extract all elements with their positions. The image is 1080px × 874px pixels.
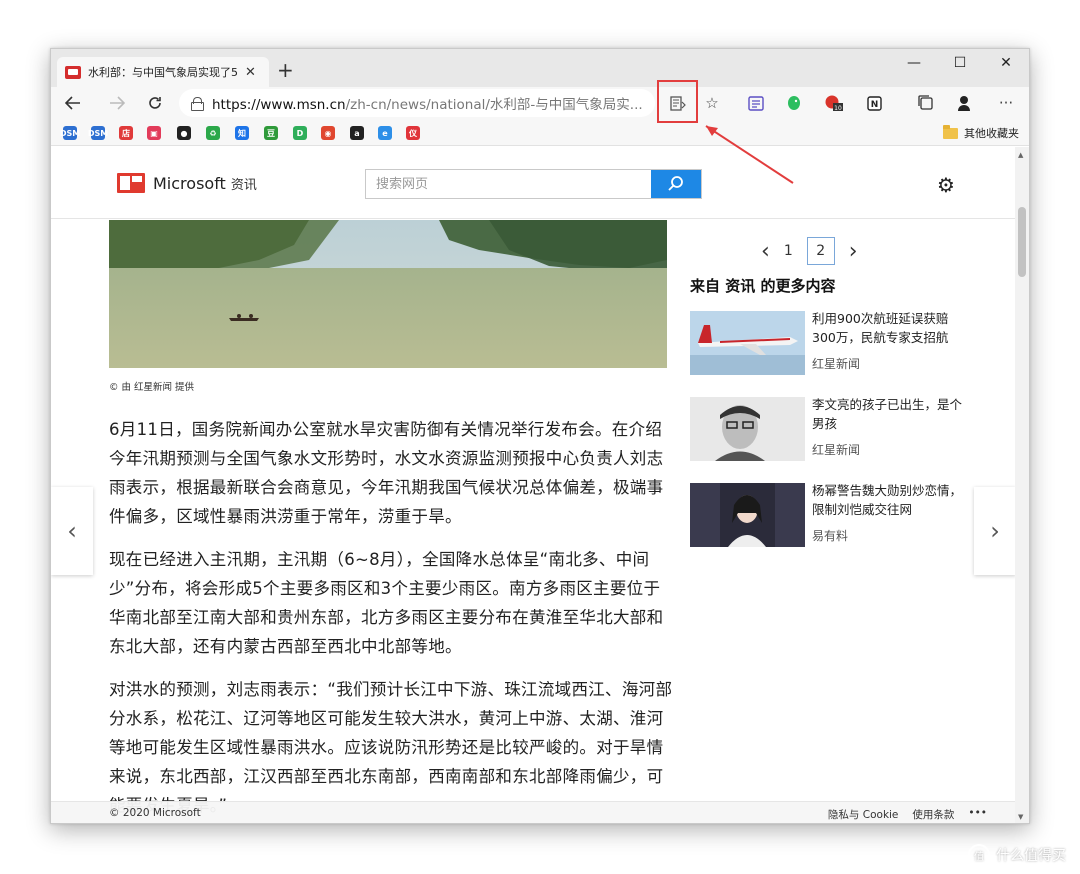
forward-button[interactable] [103, 89, 131, 117]
search-icon [668, 176, 683, 191]
favorite-star-icon[interactable]: ☆ [701, 92, 723, 114]
scroll-down-icon[interactable]: ▼ [1018, 813, 1023, 821]
tab-title: 水利部：与中国气象局实现了5万 [88, 66, 238, 79]
other-bookmarks-folder[interactable]: 其他收藏夹 [943, 124, 1019, 141]
bookmark-weibo-icon[interactable]: ◉ [321, 126, 335, 140]
photo-credit: © 由 红星新闻 提供 [109, 382, 195, 393]
prev-article-button[interactable]: ‹ [51, 487, 93, 575]
url-text: https://www.msn.cn/zh-cn/news/national/水… [212, 97, 642, 113]
notion-icon[interactable]: N [863, 92, 885, 114]
bookmark-zhihu-icon[interactable]: 知 [235, 126, 249, 140]
sidebar-pager: ‹ 1 2 › [761, 237, 858, 265]
evernote-icon[interactable] [783, 92, 805, 114]
search-box [365, 169, 702, 199]
news-item-source: 红星新闻 [812, 357, 861, 371]
close-window-button[interactable]: ✕ [983, 49, 1029, 77]
news-item-source: 易有料 [812, 529, 849, 543]
collections-icon[interactable] [745, 92, 767, 114]
watermark: 值 什么值得买 [968, 844, 1066, 866]
lock-icon [191, 97, 204, 111]
refresh-icon [149, 97, 161, 109]
profile-icon[interactable] [953, 92, 975, 114]
watermark-text: 什么值得买 [996, 848, 1066, 864]
tab-strip: 水利部：与中国气象局实现了5万 ✕ + — ☐ ✕ [51, 49, 1029, 87]
arrow-right-icon [110, 96, 125, 110]
more-content-title: 来自 资讯 的更多内容 [690, 277, 836, 295]
bookmark-red-icon[interactable]: 仪 [406, 126, 420, 140]
news-item-source: 红星新闻 [812, 443, 861, 457]
privacy-link[interactable]: 隐私与 Cookie [828, 807, 898, 822]
svg-text:N: N [870, 100, 878, 110]
terms-link[interactable]: 使用条款 [912, 807, 954, 822]
article-paragraph: 对洪水的预测，刘志雨表示：“我们预计长江中下游、珠江流域西江、海河部分水系，松花… [109, 680, 673, 815]
svg-text:10: 10 [834, 105, 842, 112]
article-hero-image [109, 220, 667, 368]
msn-logo-icon [117, 173, 145, 193]
window-controls: — ☐ ✕ [891, 49, 1029, 77]
bookmarks-bar: DSM DSM 店 ▣ ● ♻ 知 豆 D ◉ a e 仪 其他收藏夹 [51, 120, 1029, 146]
pager-prev-button[interactable]: ‹ [761, 239, 770, 264]
bookmark-store-icon[interactable]: 店 [119, 126, 133, 140]
more-menu-icon[interactable]: ··· [995, 92, 1017, 114]
pager-page-2[interactable]: 2 [806, 237, 835, 265]
news-item-1[interactable]: 利用900次航班延误获赔300万，民航专家支招航 红星新闻 [690, 311, 970, 377]
next-article-button[interactable]: › [974, 487, 1016, 575]
scroll-up-icon[interactable]: ▲ [1018, 151, 1023, 159]
web-page: Microsoft 资讯 ⚙ [51, 147, 1017, 823]
pager-next-button[interactable]: › [849, 239, 858, 264]
article-paragraph: 6月11日，国务院新闻办公室就水旱灾害防御有关情况举行发布会。在介绍今年汛期预测… [109, 420, 664, 526]
bookmark-douban-icon[interactable]: 豆 [264, 126, 278, 140]
msn-favicon-icon [65, 65, 81, 79]
bookmark-dark-circle-icon[interactable]: ● [177, 126, 191, 140]
microsoft-news-logo[interactable]: Microsoft 资讯 [117, 173, 257, 193]
bookmark-e-icon[interactable]: e [378, 126, 392, 140]
pager-page-1[interactable]: 1 [784, 243, 793, 259]
arrow-left-icon [65, 96, 80, 110]
bookmark-d-icon[interactable]: D [293, 126, 307, 140]
airplane-thumbnail [690, 311, 805, 375]
search-button[interactable] [651, 170, 701, 198]
copyright-text: © 2020 Microsoft [109, 807, 201, 819]
celebrity-thumbnail [690, 483, 805, 547]
site-header: Microsoft 资讯 ⚙ [51, 147, 1017, 219]
new-tab-button[interactable]: + [277, 59, 294, 81]
maximize-button[interactable]: ☐ [937, 49, 983, 77]
chevron-right-icon: › [990, 517, 1000, 545]
news-item-2[interactable]: 李文亮的孩子已出生，是个男孩 红星新闻 [690, 397, 970, 463]
bookmark-dsm-1-icon[interactable]: DSM [60, 126, 80, 140]
watermark-logo-icon: 值 [968, 844, 990, 866]
footer-more-button[interactable]: ••• [968, 807, 987, 822]
settings-gear-icon[interactable]: ⚙ [937, 173, 955, 197]
bookmark-bilibili-icon[interactable]: ▣ [147, 126, 161, 140]
news-item-title[interactable]: 利用900次航班延误获赔300万，民航专家支招航 [812, 309, 962, 347]
bookmark-dsm-2-icon[interactable]: DSM [88, 126, 108, 140]
address-bar[interactable]: https://www.msn.cn/zh-cn/news/national/水… [179, 89, 655, 117]
scroll-thumb[interactable] [1018, 207, 1026, 277]
page-scrollbar[interactable]: ▲ ▼ [1015, 147, 1029, 823]
chevron-left-icon: ‹ [67, 517, 77, 545]
folder-icon [943, 124, 958, 139]
browser-toolbar: https://www.msn.cn/zh-cn/news/national/水… [51, 87, 1029, 120]
article-paragraph: 现在已经进入主汛期，主汛期（6~8月），全国降水总体呈“南北多、中间少”分布，将… [109, 550, 664, 656]
refresh-button[interactable] [141, 89, 169, 117]
search-input[interactable] [366, 170, 651, 198]
browser-tab[interactable]: 水利部：与中国气象局实现了5万 ✕ [57, 57, 269, 87]
annotation-highlight-box [657, 80, 698, 123]
news-item-title[interactable]: 李文亮的孩子已出生，是个男孩 [812, 395, 962, 433]
bookmark-amazon-icon[interactable]: a [350, 126, 364, 140]
news-item-title[interactable]: 杨幂警告魏大勋别炒恋情，限制刘恺威交往网 [812, 481, 962, 519]
back-button[interactable] [59, 89, 87, 117]
extension-abp-icon[interactable]: 10 [823, 92, 845, 114]
article-body: 6月11日，国务院新闻办公室就水旱灾害防御有关情况举行发布会。在介绍今年汛期预测… [109, 415, 675, 823]
portrait-thumbnail [690, 397, 805, 461]
minimize-button[interactable]: — [891, 49, 937, 77]
tab-collection-icon[interactable] [915, 92, 937, 114]
browser-window: 水利部：与中国气象局实现了5万 ✕ + — ☐ ✕ https://www.ms… [50, 48, 1030, 824]
page-footer: © 2020 Microsoft 隐私与 Cookie 使用条款 ••• [51, 801, 1017, 823]
news-item-3[interactable]: 杨幂警告魏大勋别炒恋情，限制刘恺威交往网 易有料 [690, 483, 970, 549]
bookmark-recycle-icon[interactable]: ♻ [206, 126, 220, 140]
close-tab-icon[interactable]: ✕ [245, 65, 256, 80]
